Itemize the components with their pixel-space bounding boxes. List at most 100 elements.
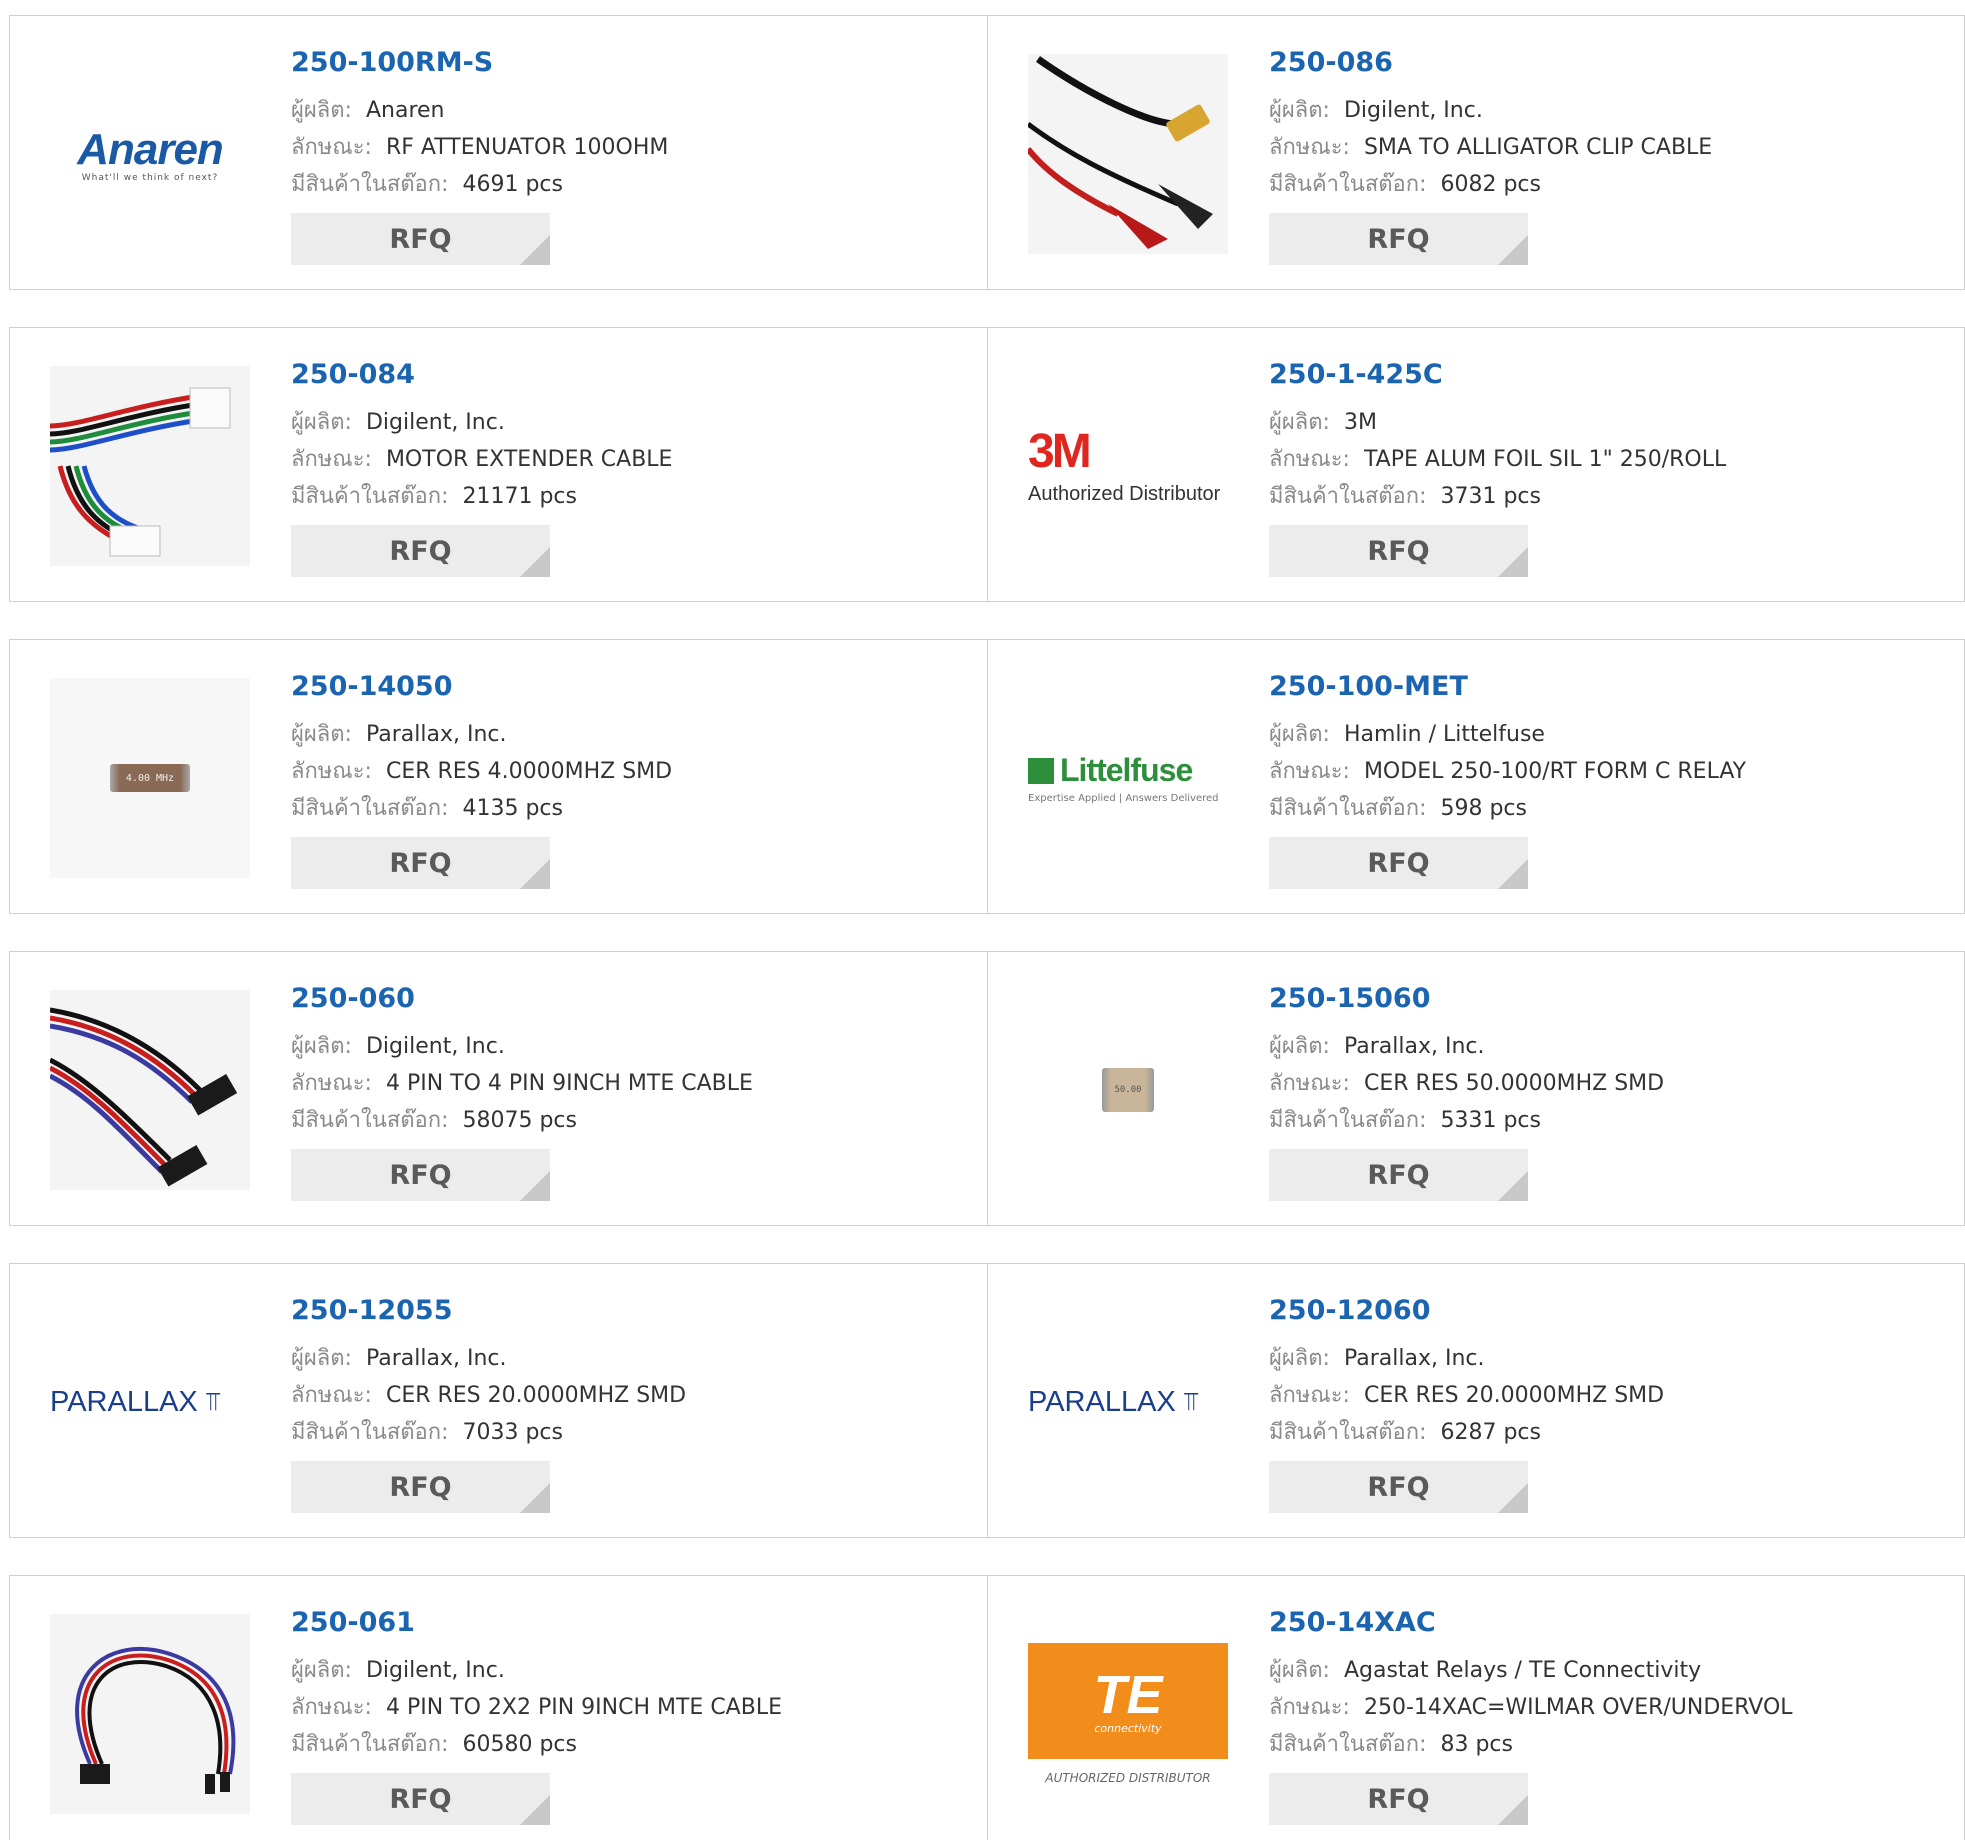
stock-label: มีสินค้าในสต๊อก: — [291, 172, 449, 197]
stock-value: 7033 pcs — [462, 1420, 563, 1445]
parallax-logo-text: PARALLAX — [50, 1385, 198, 1418]
description-value: CER RES 4.0000MHZ SMD — [385, 759, 673, 784]
part-number-link[interactable]: 250-100RM-S — [291, 46, 668, 80]
manufacturer-value: Digilent, Inc. — [1343, 98, 1483, 123]
product-card: TE connectivity AUTHORIZED DISTRIBUTOR 2… — [987, 1576, 1964, 1840]
description-label: ลักษณะ: — [291, 135, 372, 160]
part-number-link[interactable]: 250-15060 — [1269, 982, 1664, 1016]
rfq-button[interactable]: RFQ — [291, 837, 550, 889]
3m-logo[interactable]: 3M Authorized Distributor — [1028, 366, 1228, 566]
part-number-link[interactable]: 250-1-425C — [1269, 358, 1726, 392]
littelfuse-tagline: Expertise Applied | Answers Delivered — [1028, 793, 1219, 804]
rfq-button[interactable]: RFQ — [1269, 213, 1528, 265]
te-connectivity-logo[interactable]: TE connectivity AUTHORIZED DISTRIBUTOR — [1028, 1614, 1228, 1814]
description-value: 250-14XAC=WILMAR OVER/UNDERVOL — [1363, 1695, 1793, 1720]
manufacturer-label: ผู้ผลิต: — [1269, 410, 1330, 435]
rfq-button[interactable]: RFQ — [1269, 525, 1528, 577]
rfq-button[interactable]: RFQ — [291, 525, 550, 577]
description-label: ลักษณะ: — [1269, 447, 1350, 472]
rfq-button[interactable]: RFQ — [1269, 1461, 1528, 1513]
part-number-link[interactable]: 250-14XAC — [1269, 1606, 1793, 1640]
alligator-clip-cable-photo[interactable] — [1028, 54, 1228, 254]
description-value: CER RES 20.0000MHZ SMD — [1363, 1383, 1665, 1408]
stock-value: 4135 pcs — [462, 796, 563, 821]
manufacturer-label: ผู้ผลิต: — [1269, 98, 1330, 123]
loop-cable-photo[interactable] — [50, 1614, 250, 1814]
stock-value: 60580 pcs — [462, 1732, 577, 1757]
manufacturer-label: ผู้ผลิต: — [1269, 1346, 1330, 1371]
stock-value: 5331 pcs — [1440, 1108, 1541, 1133]
description-label: ลักษณะ: — [1269, 759, 1350, 784]
stock-label: มีสินค้าในสต๊อก: — [1269, 796, 1427, 821]
anaren-logo[interactable]: Anaren What'll we think of next? — [50, 54, 250, 254]
manufacturer-label: ผู้ผลิต: — [1269, 722, 1330, 747]
rfq-button[interactable]: RFQ — [1269, 837, 1528, 889]
te-logo-text: TE — [1093, 1664, 1163, 1725]
rfq-label: RFQ — [389, 223, 452, 255]
resonator-marking: 50.00 — [1114, 1085, 1142, 1095]
manufacturer-label: ผู้ผลิต: — [1269, 1034, 1330, 1059]
stock-label: มีสินค้าในสต๊อก: — [291, 1108, 449, 1133]
smd-resonator-photo[interactable]: 4.00 MHz — [50, 678, 250, 878]
description-label: ลักษณะ: — [291, 1071, 372, 1096]
rfq-button[interactable]: RFQ — [291, 1461, 550, 1513]
description-label: ลักษณะ: — [1269, 135, 1350, 160]
littelfuse-mark-icon — [1028, 757, 1054, 784]
part-number-link[interactable]: 250-100-MET — [1269, 670, 1746, 704]
part-number-link[interactable]: 250-12055 — [291, 1294, 686, 1328]
product-card: PARALLAX ⫪ 250-12060 ผู้ผลิต: Parallax, I… — [987, 1264, 1964, 1537]
parallax-logo[interactable]: PARALLAX ⫪ — [1028, 1302, 1228, 1502]
description-value: 4 PIN TO 4 PIN 9INCH MTE CABLE — [385, 1071, 753, 1096]
manufacturer-label: ผู้ผลิต: — [291, 98, 352, 123]
rfq-button[interactable]: RFQ — [1269, 1149, 1528, 1201]
stock-value: 4691 pcs — [462, 172, 563, 197]
mte-cable-image — [50, 990, 250, 1190]
littelfuse-logo[interactable]: Littelfuse Expertise Applied | Answers D… — [1028, 678, 1228, 878]
rfq-button[interactable]: RFQ — [1269, 1773, 1528, 1825]
ribbon-cable-photo[interactable] — [50, 366, 250, 566]
rfq-label: RFQ — [389, 1471, 452, 1503]
rfq-button[interactable]: RFQ — [291, 213, 550, 265]
product-row: 250-084 ผู้ผลิต: Digilent, Inc. ลักษณะ: MO… — [9, 327, 1965, 602]
product-card: PARALLAX ⫪ 250-12055 ผู้ผลิต: Parallax, I… — [10, 1264, 987, 1537]
parallax-logo-text: PARALLAX — [1028, 1385, 1176, 1418]
manufacturer-label: ผู้ผลิต: — [291, 1034, 352, 1059]
stock-label: มีสินค้าในสต๊อก: — [291, 1420, 449, 1445]
product-card: Anaren What'll we think of next? 250-100… — [10, 16, 987, 289]
description-label: ลักษณะ: — [291, 759, 372, 784]
stock-label: มีสินค้าในสต๊อก: — [291, 484, 449, 509]
manufacturer-value: Anaren — [365, 98, 445, 123]
part-number-link[interactable]: 250-086 — [1269, 46, 1712, 80]
manufacturer-label: ผู้ผลิต: — [291, 722, 352, 747]
corner-fold-icon — [1498, 235, 1528, 265]
corner-fold-icon — [520, 1171, 550, 1201]
stock-label: มีสินค้าในสต๊อก: — [1269, 1420, 1427, 1445]
stock-value: 3731 pcs — [1440, 484, 1541, 509]
littelfuse-logo-text: Littelfuse — [1060, 752, 1193, 788]
rfq-label: RFQ — [389, 1783, 452, 1815]
part-number-link[interactable]: 250-14050 — [291, 670, 672, 704]
manufacturer-label: ผู้ผลิต: — [291, 1658, 352, 1683]
manufacturer-value: Parallax, Inc. — [1343, 1034, 1485, 1059]
manufacturer-value: Digilent, Inc. — [365, 1034, 505, 1059]
te-tagline: AUTHORIZED DISTRIBUTOR — [1045, 1771, 1211, 1785]
description-label: ลักษณะ: — [1269, 1071, 1350, 1096]
smd-resonator-small-photo[interactable]: 50.00 — [1028, 990, 1228, 1190]
parallax-logo[interactable]: PARALLAX ⫪ — [50, 1302, 250, 1502]
part-number-link[interactable]: 250-084 — [291, 358, 672, 392]
product-card: 250-060 ผู้ผลิต: Digilent, Inc. ลักษณะ: 4 … — [10, 952, 987, 1225]
description-label: ลักษณะ: — [291, 1695, 372, 1720]
product-grid: Anaren What'll we think of next? 250-100… — [0, 0, 1965, 1840]
manufacturer-label: ผู้ผลิต: — [291, 410, 352, 435]
stock-value: 83 pcs — [1440, 1732, 1513, 1757]
3m-tagline: Authorized Distributor — [1028, 482, 1221, 505]
part-number-link[interactable]: 250-060 — [291, 982, 753, 1016]
corner-fold-icon — [1498, 547, 1528, 577]
rfq-button[interactable]: RFQ — [291, 1149, 550, 1201]
part-number-link[interactable]: 250-061 — [291, 1606, 782, 1640]
part-number-link[interactable]: 250-12060 — [1269, 1294, 1664, 1328]
stock-label: มีสินค้าในสต๊อก: — [291, 1732, 449, 1757]
corner-fold-icon — [520, 1483, 550, 1513]
rfq-button[interactable]: RFQ — [291, 1773, 550, 1825]
mte-cable-photo[interactable] — [50, 990, 250, 1190]
